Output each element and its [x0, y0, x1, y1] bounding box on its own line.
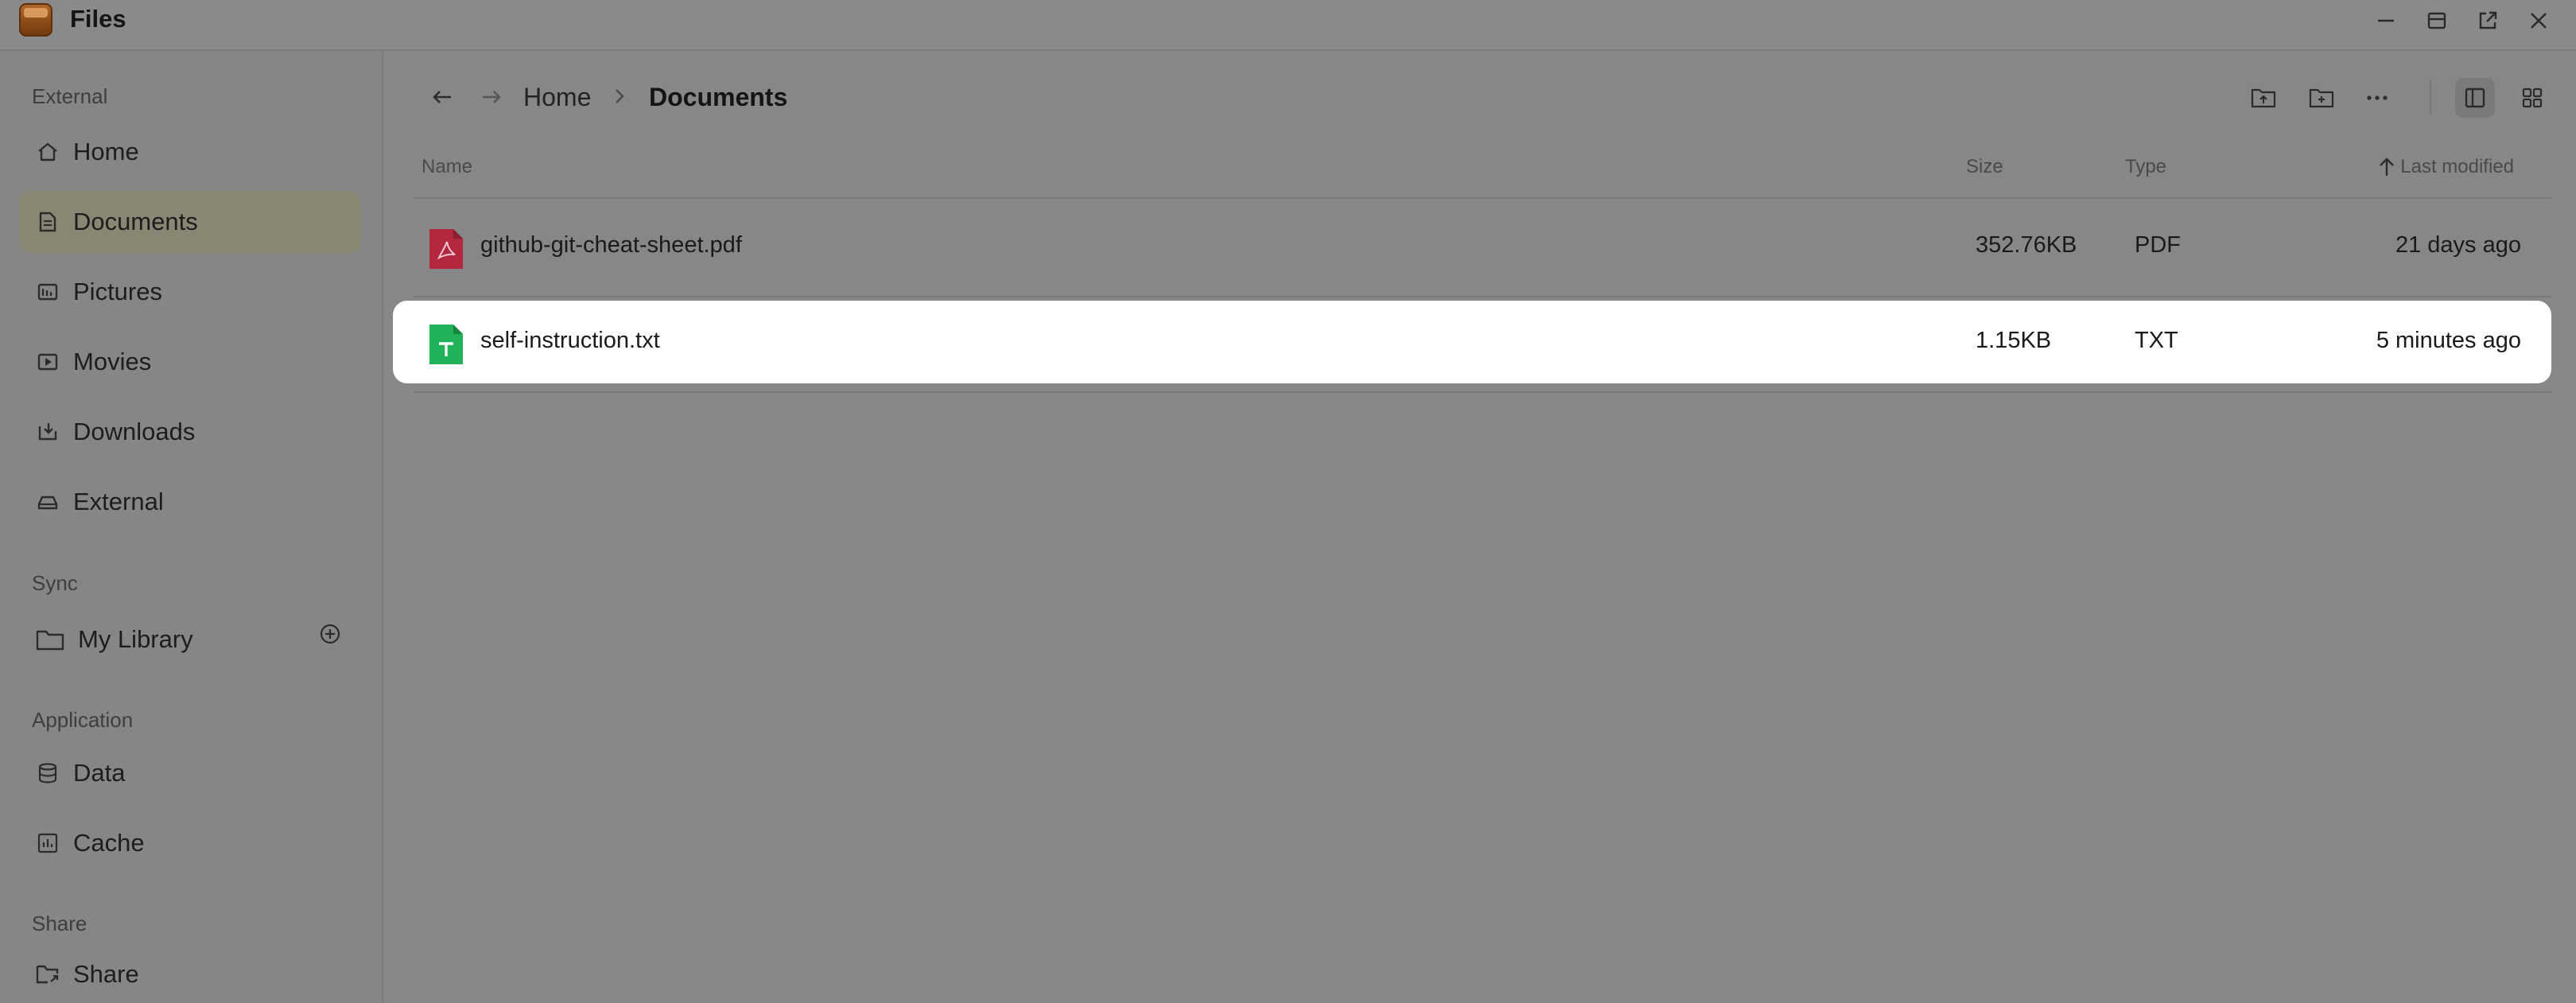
pictures-icon [32, 276, 64, 308]
drive-icon [32, 486, 64, 518]
sidebar-item-label: Cache [73, 829, 145, 857]
file-type: TXT [2135, 328, 2178, 353]
sidebar: External Home Documents Pictures Movies … [0, 51, 383, 1003]
sidebar-item-label: External [73, 488, 164, 515]
new-folder-icon[interactable] [2302, 78, 2341, 118]
title-bar: Files [0, 0, 2576, 51]
pdf-file-icon [428, 227, 464, 270]
chart-icon [32, 827, 64, 859]
sidebar-item-label: Documents [73, 208, 198, 235]
sidebar-item-external[interactable]: External [19, 471, 361, 533]
sort-ascending-icon [2378, 157, 2395, 177]
table-row[interactable]: github-git-cheat-sheet.pdf 352.76KB PDF … [393, 205, 2551, 288]
row-divider [414, 391, 2551, 393]
chevron-right-icon [609, 84, 630, 108]
sidebar-item-my-library[interactable]: My Library [19, 608, 361, 671]
download-icon [32, 416, 64, 448]
file-type: PDF [2135, 232, 2181, 258]
file-name: github-git-cheat-sheet.pdf [480, 232, 742, 258]
table-row-selected[interactable]: self-instruction.txt 1.15KB TXT 5 minute… [393, 301, 2551, 383]
column-header-size[interactable]: Size [1966, 156, 2003, 178]
upload-icon[interactable] [2244, 78, 2283, 118]
minimize-icon[interactable] [2370, 5, 2402, 37]
sidebar-section-sync: Sync [32, 571, 78, 595]
column-header-modified[interactable]: Last modified [2378, 156, 2514, 178]
maximize-icon[interactable] [2421, 5, 2453, 37]
sidebar-item-share[interactable]: Share [19, 943, 361, 1003]
sidebar-item-pictures[interactable]: Pictures [19, 261, 361, 323]
file-name: self-instruction.txt [480, 328, 660, 353]
main-panel: Home Documents Name Size Type Last modif… [385, 51, 2576, 1003]
movie-icon [32, 346, 64, 378]
document-icon [32, 206, 64, 238]
sidebar-item-label: Share [73, 960, 139, 988]
header-divider [414, 197, 2551, 199]
sidebar-item-label: Pictures [73, 278, 162, 305]
sidebar-section-share: Share [32, 912, 87, 935]
sidebar-item-label: My Library [78, 625, 193, 653]
share-folder-icon [32, 958, 64, 990]
sidebar-item-documents[interactable]: Documents [19, 191, 361, 253]
list-view-icon[interactable] [2455, 78, 2495, 118]
app-title: Files [70, 5, 126, 33]
grid-view-icon[interactable] [2512, 78, 2552, 118]
database-icon [32, 757, 64, 789]
sidebar-item-data[interactable]: Data [19, 742, 361, 804]
sidebar-item-downloads[interactable]: Downloads [19, 401, 361, 463]
sidebar-item-cache[interactable]: Cache [19, 812, 361, 874]
forward-icon[interactable] [474, 80, 509, 115]
breadcrumb-current: Documents [649, 83, 788, 111]
folder-icon [32, 624, 68, 655]
home-icon [32, 136, 64, 168]
sidebar-item-label: Movies [73, 348, 152, 375]
txt-file-icon [428, 323, 464, 366]
breadcrumb-home[interactable]: Home [523, 83, 591, 112]
file-size: 352.76KB [1976, 232, 2077, 258]
app-logo-icon [19, 3, 52, 37]
column-header-type[interactable]: Type [2125, 156, 2166, 178]
column-header-name[interactable]: Name [422, 156, 472, 178]
more-icon[interactable] [2357, 78, 2397, 118]
sidebar-item-label: Home [73, 138, 139, 165]
sidebar-item-label: Downloads [73, 418, 196, 445]
close-icon[interactable] [2523, 5, 2555, 37]
pop-out-icon[interactable] [2472, 5, 2504, 37]
row-divider [414, 296, 2551, 297]
sidebar-item-home[interactable]: Home [19, 121, 361, 183]
sidebar-item-label: Data [73, 759, 126, 787]
sidebar-item-movies[interactable]: Movies [19, 331, 361, 393]
back-icon[interactable] [425, 80, 460, 115]
column-header-modified-label: Last modified [2400, 156, 2514, 177]
file-size: 1.15KB [1976, 328, 2052, 353]
file-modified: 5 minutes ago [2376, 328, 2521, 353]
sidebar-section-external: External [32, 84, 108, 108]
sidebar-section-application: Application [32, 708, 134, 732]
file-modified: 21 days ago [2395, 232, 2521, 258]
toolbar-divider [2430, 81, 2431, 115]
